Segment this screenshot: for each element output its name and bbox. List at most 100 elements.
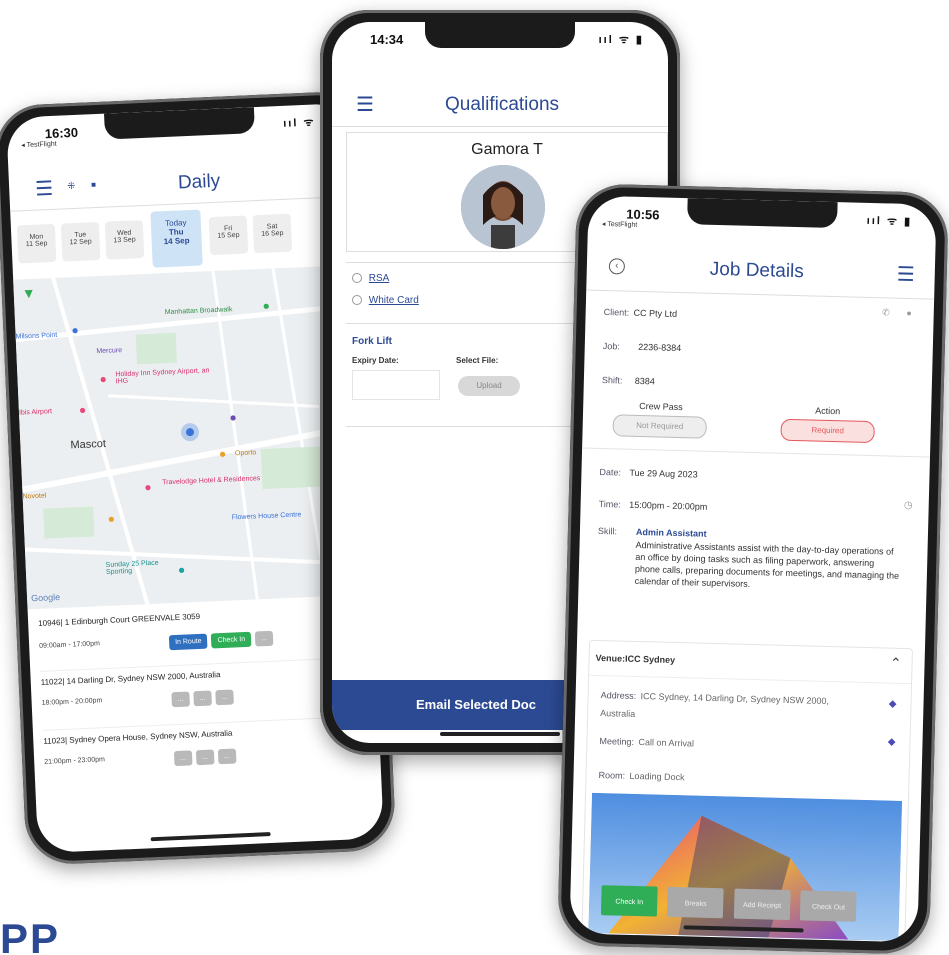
check-out-button[interactable]: Check Out: [800, 890, 857, 922]
crew-pass-label: Crew Pass: [639, 400, 683, 413]
in-route-button[interactable]: ...: [173, 750, 193, 767]
header-divider: [332, 126, 668, 127]
day-date: 15 Sep: [217, 231, 240, 240]
notch: [687, 198, 838, 229]
map-pin-blue[interactable]: ●: [71, 323, 79, 337]
chevron-up-icon[interactable]: ⌃: [890, 655, 902, 672]
action-label: Action: [815, 405, 841, 417]
map-label: Ibis Airport: [18, 408, 53, 417]
client-label: Client:: [603, 307, 630, 318]
skill-title: Admin Assistant: [635, 526, 707, 539]
day-today[interactable]: Today Thu 14 Sep: [150, 209, 203, 268]
day-date: 16 Sep: [261, 229, 284, 238]
in-route-button[interactable]: In Route: [168, 633, 208, 651]
meeting-row: Meeting: Call on Arrival: [599, 731, 694, 751]
check-in-button[interactable]: ...: [195, 749, 215, 766]
more-button[interactable]: ...: [214, 689, 234, 706]
day-sat[interactable]: Sat 16 Sep: [252, 213, 293, 254]
day-date: 11 Sep: [25, 240, 48, 249]
phone-job-details: 10:56 ııl ᯤ ▮ ◂ TestFlight ‹ Job Details…: [557, 183, 949, 955]
map-pin-pink[interactable]: ●: [79, 403, 87, 417]
profile-name: Gamora T: [471, 141, 543, 158]
map-pin-orange[interactable]: ●: [107, 512, 115, 526]
job-actions: .........: [173, 744, 240, 767]
menu-icon[interactable]: ☰: [356, 92, 374, 117]
directions-icon[interactable]: ◆: [889, 699, 897, 710]
job-header: ‹ Job Details ☰: [586, 252, 935, 295]
contact-icon[interactable]: ●: [906, 308, 912, 318]
menu-icon[interactable]: ☰: [35, 176, 54, 202]
day-date: 13 Sep: [113, 236, 136, 245]
checkbox-label[interactable]: RSA: [369, 273, 390, 284]
status-time: 16:30: [44, 124, 79, 142]
room-value: Loading Dock: [629, 770, 685, 783]
add-receipt-button[interactable]: Add Receipt: [733, 888, 791, 921]
day-wed[interactable]: Wed 13 Sep: [104, 220, 145, 260]
notch: [425, 22, 575, 48]
brand-logo: PP: [0, 918, 61, 955]
back-icon[interactable]: ‹: [608, 258, 626, 275]
home-indicator: [150, 832, 271, 842]
check-in-button[interactable]: Check In: [211, 631, 252, 649]
job-time: 09:00am - 17:00pm: [39, 640, 100, 650]
more-button[interactable]: ...: [254, 630, 274, 647]
in-route-button[interactable]: ...: [171, 691, 190, 708]
required-button[interactable]: Required: [780, 418, 875, 444]
menu-icon[interactable]: ☰: [897, 262, 916, 287]
map-pin-pink[interactable]: ●: [144, 480, 152, 494]
divider: [582, 447, 931, 458]
map-label: Oporto: [234, 449, 257, 458]
status-icons: ııl ᯤ ▮: [866, 214, 913, 229]
list-icon[interactable]: ■: [91, 180, 96, 189]
date-label: Date:: [599, 466, 622, 478]
shift-label: Shift:: [601, 374, 623, 386]
upload-button[interactable]: Upload: [458, 376, 520, 396]
venue-card: Venue:ICC Sydney ⌃ Address: ICC Sydney, …: [581, 639, 913, 943]
day-tue[interactable]: Tue 12 Sep: [60, 221, 101, 262]
calendar-icon[interactable]: ⁜: [67, 181, 76, 192]
section-title: Fork Lift: [352, 336, 392, 347]
venue-title: Venue:ICC Sydney: [595, 652, 676, 665]
day-date: 12 Sep: [69, 238, 92, 247]
day-strip: Mon 11 Sep Tue 12 Sep Wed 13 Sep Today T…: [16, 203, 358, 274]
job-actions: .........: [171, 685, 237, 708]
checkbox-row[interactable]: White Card: [352, 295, 419, 306]
phone-icon[interactable]: ✆: [882, 307, 890, 318]
day-fri[interactable]: Fri 15 Sep: [208, 215, 249, 256]
status-time: 14:34: [370, 32, 404, 47]
day-mon[interactable]: Mon 11 Sep: [16, 223, 57, 264]
checkbox-label[interactable]: White Card: [369, 295, 419, 306]
testflight-back-link[interactable]: ◂ TestFlight: [602, 220, 637, 229]
map-pin-green[interactable]: ▼: [21, 285, 36, 302]
check-in-button[interactable]: Check In: [600, 885, 658, 917]
breaks-button[interactable]: Breaks: [667, 886, 725, 919]
map-pin-pink[interactable]: ●: [99, 372, 107, 386]
checkbox[interactable]: [352, 273, 362, 284]
date-row: Date: Tue 29 Aug 2023: [599, 462, 698, 483]
crew-pass-button[interactable]: Not Required: [612, 414, 707, 439]
map-pin-teal[interactable]: ●: [178, 563, 186, 577]
shift-value: 8384: [634, 375, 656, 387]
checkbox[interactable]: [352, 295, 362, 306]
map-pin-green[interactable]: ●: [262, 299, 270, 313]
avatar: [461, 165, 545, 249]
job-actions: In Route Check In...: [168, 627, 278, 651]
shift-row: Shift: 8384: [602, 370, 655, 389]
expiry-input[interactable]: [352, 370, 440, 400]
venue-header[interactable]: Venue:ICC Sydney ⌃: [589, 640, 912, 685]
job-value: 2236-8384: [638, 341, 682, 354]
checkbox-row[interactable]: RSA: [352, 273, 389, 284]
job-row: Job: 2236-8384: [603, 336, 682, 356]
testflight-back-link[interactable]: ◂ TestFlight: [21, 140, 57, 150]
map-pin-orange[interactable]: ●: [219, 447, 227, 461]
google-logo: Google: [30, 592, 61, 604]
map-pin-purple[interactable]: ●: [229, 410, 237, 424]
check-in-button[interactable]: ...: [193, 690, 212, 707]
address-label: Address:: [600, 690, 637, 701]
clock-icon[interactable]: ◷: [904, 500, 913, 511]
more-button[interactable]: ...: [217, 748, 237, 765]
skill-row: Skill: Admin Assistant Administrative As…: [598, 526, 899, 589]
status-icons: ııl ᯤ ▮: [598, 34, 644, 46]
address-row: Address: ICC Sydney, 14 Darling Dr, Sydn…: [600, 685, 851, 728]
directions-icon[interactable]: ◆: [888, 737, 896, 748]
